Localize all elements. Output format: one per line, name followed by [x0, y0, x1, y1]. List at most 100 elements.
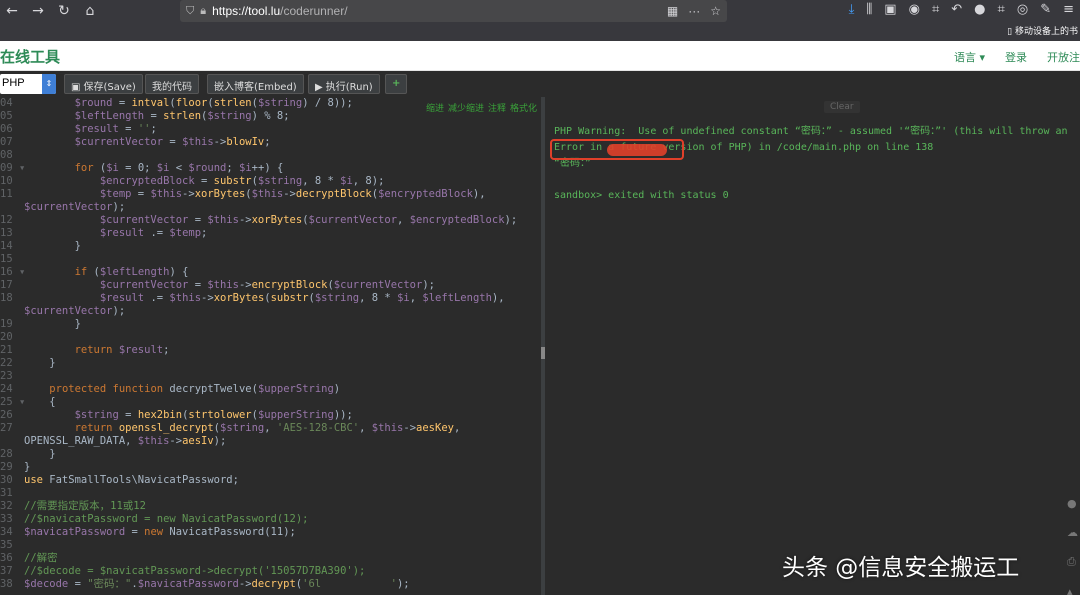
code-line[interactable]: 15 — [0, 253, 517, 266]
line-number: 23 — [0, 370, 13, 382]
share-icon[interactable]: ☁ — [1067, 526, 1078, 539]
code-line[interactable]: 30 use FatSmallTools\NavicatPassword; — [0, 474, 517, 487]
url-text[interactable]: https://tool.lu/coderunner/ — [212, 4, 667, 18]
code-line[interactable]: 16 ▾ if ($leftLength) { — [0, 266, 517, 279]
menu-login[interactable]: 登录 — [1005, 49, 1027, 65]
line-number: 07 — [0, 136, 13, 148]
code-line[interactable]: 13 $result .= $temp; — [0, 227, 517, 240]
extension-icon[interactable]: ✎ — [1040, 2, 1051, 17]
chat-icon[interactable]: ● — [1067, 497, 1078, 510]
menu-icon[interactable]: ≡ — [1063, 2, 1074, 17]
code-text: return openssl_decrypt($string, 'AES-128… — [74, 422, 461, 434]
code-line[interactable]: $currentVector); — [0, 305, 517, 318]
line-number: 31 — [0, 487, 13, 499]
clear-button[interactable]: Clear — [824, 101, 860, 113]
code-line[interactable]: OPENSSL_RAW_DATA, $this->aesIv); — [0, 435, 517, 448]
code-line[interactable]: 36 //解密 — [0, 552, 517, 565]
undo-icon[interactable]: ↶ — [951, 2, 962, 17]
code-line[interactable]: 23 — [0, 370, 517, 383]
code-text: $currentVector = $this->encryptBlock($cu… — [99, 279, 435, 291]
play-icon: ▶ — [315, 82, 323, 93]
shield-icon: ⛉ — [186, 4, 195, 17]
chrome-icon[interactable]: ◎ — [1017, 2, 1028, 17]
reload-icon[interactable]: ↻ — [56, 3, 72, 19]
code-line[interactable]: 20 — [0, 331, 517, 344]
line-number: 37 — [0, 565, 13, 577]
more-icon[interactable]: ··· — [688, 4, 700, 18]
code-line[interactable]: 33 //$navicatPassword = new NavicatPasswo… — [0, 513, 517, 526]
url-bar[interactable]: ⛉ 🔒︎ https://tool.lu/coderunner/ ▦ ··· ☆ — [180, 0, 727, 22]
outdent-action[interactable]: 减少缩进 — [448, 101, 484, 114]
menu-open-platform[interactable]: 开放注 — [1047, 49, 1080, 65]
run-button[interactable]: ▶ 执行(Run) — [308, 74, 380, 94]
code-line[interactable]: 09 ▾ for ($i = 0; $i < $round; $i++) { — [0, 162, 517, 175]
back-icon[interactable]: ← — [4, 3, 20, 19]
code-line[interactable]: 37 //$decode = $navicatPassword->decrypt(… — [0, 565, 517, 578]
home-icon[interactable]: ⌂ — [82, 3, 98, 19]
site-title[interactable]: 在线工具 — [0, 46, 60, 67]
code-text: return $result; — [74, 344, 170, 356]
print-icon[interactable]: ⎙ — [1067, 555, 1078, 569]
code-line[interactable]: 11 $temp = $this->xorBytes($this->decryp… — [0, 188, 517, 201]
code-line[interactable]: 26 $string = hex2bin(strtolower($upperSt… — [0, 409, 517, 422]
code-line[interactable]: 29} — [0, 461, 517, 474]
download-icon[interactable]: ⤓ — [849, 2, 855, 17]
screenshot-icon[interactable]: ⌗ — [998, 2, 1005, 17]
line-number: 11 — [0, 188, 13, 200]
code-line[interactable]: 12 $currentVector = $this->xorBytes($cur… — [0, 214, 517, 227]
code-line[interactable]: 34 $navicatPassword = new NavicatPassword… — [0, 526, 517, 539]
library-icon[interactable]: ⫼ — [866, 2, 872, 17]
code-line[interactable]: 31 — [0, 487, 517, 500]
code-line[interactable]: 21 return $result; — [0, 344, 517, 357]
bookmark-star-icon[interactable]: ☆ — [710, 4, 721, 18]
code-area[interactable]: 04 $round = intval(floor(strlen($string)… — [0, 97, 517, 591]
code-text: $result .= $temp; — [99, 227, 208, 239]
line-number: 15 — [0, 253, 13, 265]
language-select[interactable]: PHP ⇕ — [0, 74, 56, 94]
top-icon[interactable]: ▴ — [1067, 585, 1078, 595]
code-line[interactable]: 22 } — [0, 357, 517, 370]
comment-action[interactable]: 注释 — [488, 101, 506, 114]
qr-icon[interactable]: ▦ — [667, 4, 678, 18]
code-line[interactable]: 14 } — [0, 240, 517, 253]
indent-action[interactable]: 缩进 — [426, 101, 444, 114]
output-line: PHP Warning: Use of undefined constant “… — [554, 126, 1068, 137]
code-line[interactable]: 19 } — [0, 318, 517, 331]
add-button[interactable]: + — [385, 74, 408, 94]
code-line[interactable]: $currentVector); — [0, 201, 517, 214]
add-label: + — [392, 78, 401, 89]
save-icon: ▣ — [71, 82, 81, 93]
save-button[interactable]: ▣ 保存(Save) — [64, 74, 143, 94]
code-text: $leftLength = strlen($string) % 8; — [74, 110, 290, 122]
code-line[interactable]: 32 //需要指定版本，11或12 — [0, 500, 517, 513]
code-editor[interactable]: 04 $round = intval(floor(strlen($string)… — [0, 97, 541, 595]
embed-label: 嵌入博客(Embed) — [214, 82, 297, 93]
code-line[interactable]: 08 — [0, 149, 517, 162]
crop-icon[interactable]: ⌗ — [932, 2, 939, 17]
line-number: 29 — [0, 461, 13, 473]
forward-icon[interactable]: → — [30, 3, 46, 19]
code-line[interactable]: 28 } — [0, 448, 517, 461]
menu-language[interactable]: 语言 ▾ — [954, 49, 985, 65]
code-line[interactable]: 10 $encryptedBlock = substr($string, 8 *… — [0, 175, 517, 188]
code-line[interactable]: 38 $decode = "密码：".$navicatPassword->decr… — [0, 578, 517, 591]
embed-button[interactable]: 嵌入博客(Embed) — [207, 74, 304, 94]
my-code-button[interactable]: 我的代码 — [145, 74, 199, 94]
account-icon[interactable]: ◉ — [909, 2, 920, 17]
sidebar-icon[interactable]: ▣ — [884, 2, 896, 17]
code-line[interactable]: 35 — [0, 539, 517, 552]
record-icon[interactable]: ● — [974, 2, 985, 17]
line-number: 28 — [0, 448, 13, 460]
code-line[interactable]: 06 $result = ''; — [0, 123, 517, 136]
code-line[interactable]: 25 ▾ { — [0, 396, 517, 409]
code-line[interactable]: 18 $result .= $this->xorBytes(substr($st… — [0, 292, 517, 305]
my-code-label: 我的代码 — [152, 82, 192, 93]
code-line[interactable]: 17 $currentVector = $this->encryptBlock(… — [0, 279, 517, 292]
editor-actions: 缩进 减少缩进 注释 格式化 — [426, 101, 537, 114]
code-line[interactable]: 24 protected function decryptTwelve($upp… — [0, 383, 517, 396]
code-line[interactable]: 27 return openssl_decrypt($string, 'AES-… — [0, 422, 517, 435]
code-line[interactable]: 07 $currentVector = $this->blowIv; — [0, 136, 517, 149]
format-action[interactable]: 格式化 — [510, 101, 537, 114]
mobile-bookmarks[interactable]: ▯ 移动设备上的书 — [1007, 24, 1078, 37]
code-text: $round = intval(floor(strlen($string) / … — [74, 97, 353, 109]
